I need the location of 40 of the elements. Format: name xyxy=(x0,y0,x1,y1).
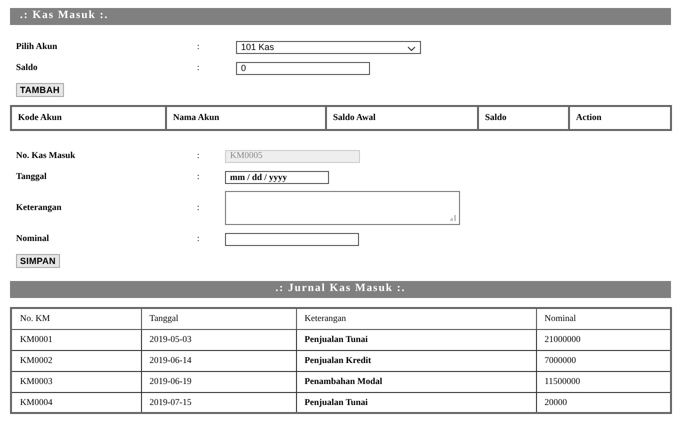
table-cell: 2019-06-14 xyxy=(141,350,296,371)
column-header: Saldo xyxy=(478,106,569,130)
chevron-icon xyxy=(407,46,416,52)
field-label: Keterangan xyxy=(16,201,62,214)
colon-separator: : xyxy=(197,149,201,162)
text-field[interactable] xyxy=(225,232,359,246)
section-header: .: Jurnal Kas Masuk :. xyxy=(10,281,671,298)
colon-separator: : xyxy=(197,201,201,214)
submit-button[interactable]: SIMPAN xyxy=(16,254,60,268)
date-field[interactable]: mm / dd / yyyy xyxy=(225,170,329,184)
account-select[interactable]: 101 Kas xyxy=(236,40,421,54)
field-label: Nominal xyxy=(16,232,50,246)
column-header: Action xyxy=(569,106,671,130)
colon-separator: : xyxy=(197,170,201,184)
column-header: Kode Akun xyxy=(11,106,166,130)
table-cell: KM0003 xyxy=(11,371,141,392)
resize-grip-icon xyxy=(450,215,456,221)
column-header: No. KM xyxy=(11,308,141,329)
table-cell: 2019-05-03 xyxy=(141,329,296,350)
colon-separator: : xyxy=(197,40,201,54)
text-area[interactable] xyxy=(225,191,460,225)
table-cell: Penambahan Modal xyxy=(296,371,536,392)
field-label: Pilih Akun xyxy=(16,40,58,54)
field-label: Saldo xyxy=(16,61,39,74)
colon-separator: : xyxy=(197,232,201,246)
text-field[interactable]: 0 xyxy=(236,62,370,74)
column-header: Tanggal xyxy=(141,308,296,329)
column-header: Keterangan xyxy=(296,308,536,329)
column-header: Saldo Awal xyxy=(326,106,478,130)
colon-separator: : xyxy=(197,61,201,74)
table-cell: 2019-06-19 xyxy=(141,371,296,392)
table-cell: KM0001 xyxy=(11,329,141,350)
field-label: No. Kas Masuk xyxy=(16,149,76,162)
submit-button[interactable]: TAMBAH xyxy=(16,83,64,97)
table-cell: Penjualan Kredit xyxy=(296,350,536,371)
section-header: .: Kas Masuk :. xyxy=(10,8,671,25)
table-cell: KM0002 xyxy=(11,350,141,371)
table-cell: Penjualan Tunai xyxy=(296,329,536,350)
column-header: Nama Akun xyxy=(166,106,326,130)
field-label: Tanggal xyxy=(16,170,48,184)
